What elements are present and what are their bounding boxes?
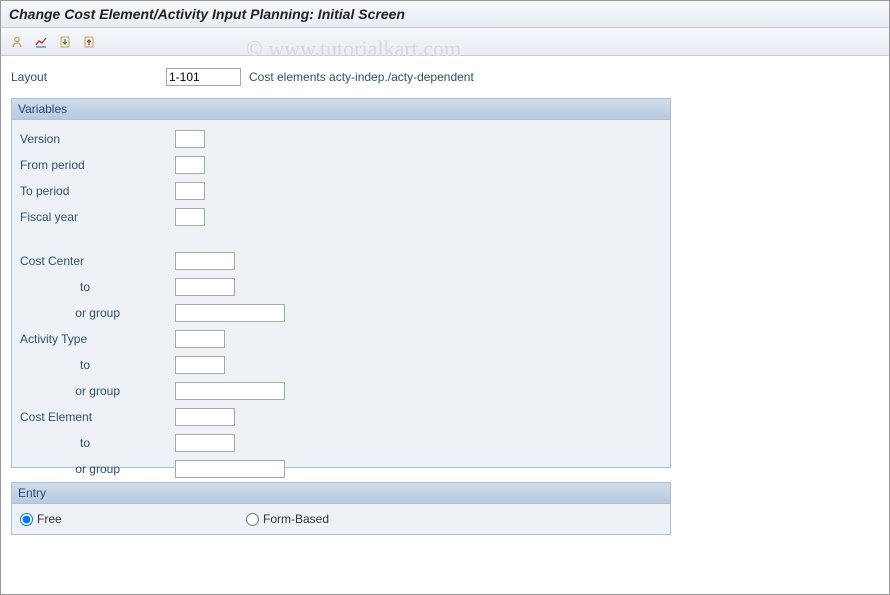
cost-center-to-input[interactable] [175, 278, 235, 296]
import-icon[interactable] [55, 32, 75, 52]
cost-element-to-label: to [20, 436, 175, 450]
activity-type-to-input[interactable] [175, 356, 225, 374]
cost-element-input[interactable] [175, 408, 235, 426]
overview-icon[interactable] [31, 32, 51, 52]
activity-type-group-label: or group [20, 384, 175, 398]
activity-type-group-input[interactable] [175, 382, 285, 400]
fiscal-year-label: Fiscal year [20, 210, 175, 224]
export-icon[interactable] [79, 32, 99, 52]
cost-center-group-input[interactable] [175, 304, 285, 322]
cost-element-group-input[interactable] [175, 460, 285, 478]
cost-element-label: Cost Element [20, 410, 175, 424]
layout-label: Layout [11, 70, 166, 84]
to-period-label: To period [20, 184, 175, 198]
to-period-input[interactable] [175, 182, 205, 200]
window: Change Cost Element/Activity Input Plann… [0, 0, 890, 595]
content-area: Layout Cost elements acty-indep./acty-de… [1, 56, 889, 545]
variables-title: Variables [12, 99, 670, 120]
user-icon[interactable] [7, 32, 27, 52]
from-period-input[interactable] [175, 156, 205, 174]
layout-row: Layout Cost elements acty-indep./acty-de… [11, 66, 879, 88]
entry-free-label: Free [37, 512, 62, 526]
entry-group: Entry Free Form-Based [11, 482, 671, 535]
layout-description: Cost elements acty-indep./acty-dependent [249, 70, 474, 84]
activity-type-input[interactable] [175, 330, 225, 348]
cost-center-to-label: to [20, 280, 175, 294]
cost-element-group-label: or group [20, 462, 175, 476]
cost-center-label: Cost Center [20, 254, 175, 268]
layout-input[interactable] [166, 68, 241, 86]
fiscal-year-input[interactable] [175, 208, 205, 226]
cost-element-to-input[interactable] [175, 434, 235, 452]
entry-free-radio[interactable] [20, 513, 33, 526]
entry-title: Entry [12, 483, 670, 504]
from-period-label: From period [20, 158, 175, 172]
version-label: Version [20, 132, 175, 146]
cost-center-input[interactable] [175, 252, 235, 270]
variables-group: Variables Version From period To period … [11, 98, 671, 468]
version-input[interactable] [175, 130, 205, 148]
activity-type-to-label: to [20, 358, 175, 372]
entry-form-label: Form-Based [263, 512, 329, 526]
activity-type-label: Activity Type [20, 332, 175, 346]
cost-center-group-label: or group [20, 306, 175, 320]
toolbar [1, 28, 889, 56]
entry-form-radio[interactable] [246, 513, 259, 526]
page-title: Change Cost Element/Activity Input Plann… [1, 1, 889, 28]
